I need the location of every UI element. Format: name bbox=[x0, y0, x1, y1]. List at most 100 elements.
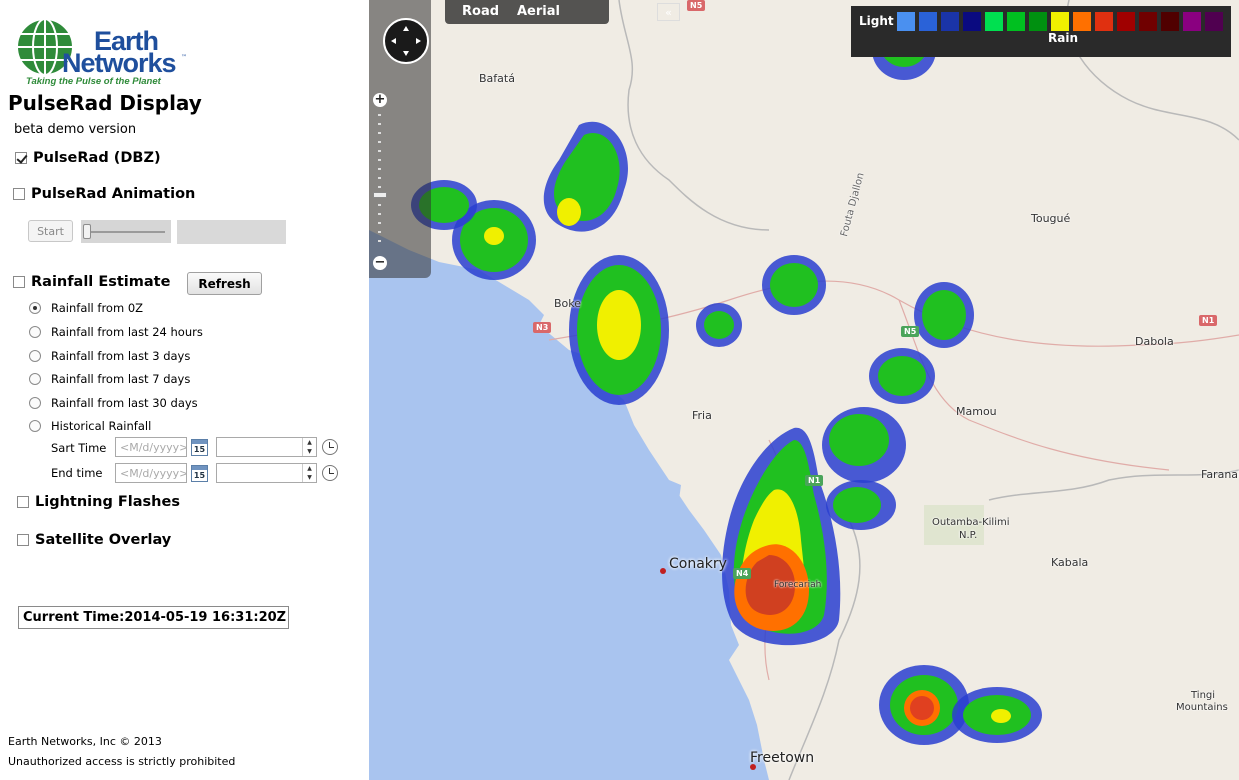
rainfall-option-label: Rainfall from last 30 days bbox=[51, 396, 198, 410]
compass-pan-control[interactable] bbox=[383, 18, 429, 64]
satellite-layer-toggle[interactable]: Satellite Overlay bbox=[17, 532, 171, 548]
radar-map[interactable]: + − Road Aerial « Light Rain Bafatá Toug… bbox=[369, 0, 1239, 780]
place-label: Fria bbox=[692, 409, 712, 422]
rainfall-option-radio[interactable] bbox=[29, 326, 41, 338]
trademark: ™ bbox=[181, 54, 187, 61]
road-shield: N1 bbox=[1199, 315, 1218, 326]
start-time-label: Sart Time bbox=[51, 441, 107, 455]
map-basemap bbox=[369, 0, 1239, 780]
map-type-bar: Road Aerial « bbox=[445, 0, 680, 24]
legend-swatch bbox=[1161, 12, 1179, 31]
legend-rain-label: Rain bbox=[1048, 31, 1078, 45]
rainfall-option-radio[interactable] bbox=[29, 350, 41, 362]
place-label: Dabola bbox=[1135, 335, 1174, 348]
place-label: Faranah bbox=[1201, 468, 1239, 481]
navigation-control: + − bbox=[369, 0, 431, 278]
legend-swatch bbox=[1051, 12, 1069, 31]
rainfall-option-radio[interactable] bbox=[29, 373, 41, 385]
pulserad-layer-toggle[interactable]: PulseRad (DBZ) bbox=[15, 150, 161, 166]
rainfall-option[interactable]: Rainfall from last 30 days bbox=[29, 396, 198, 410]
slider-handle[interactable] bbox=[83, 224, 91, 239]
rain-cell bbox=[569, 255, 669, 405]
animation-checkbox[interactable] bbox=[13, 188, 25, 200]
rainfall-option[interactable]: Rainfall from last 3 days bbox=[29, 349, 190, 363]
rainfall-option-label: Rainfall from last 3 days bbox=[51, 349, 191, 363]
legend-swatch bbox=[941, 12, 959, 31]
rainfall-label: Rainfall Estimate bbox=[31, 274, 171, 290]
page-title: PulseRad Display bbox=[8, 91, 202, 115]
slider-track bbox=[87, 231, 165, 233]
place-label: Outamba-Kilimi bbox=[932, 517, 1010, 528]
calendar-icon[interactable]: 15 bbox=[191, 439, 208, 456]
legend-swatch bbox=[919, 12, 937, 31]
lightning-checkbox[interactable] bbox=[17, 496, 29, 508]
logo-word-2: Networks bbox=[62, 48, 177, 78]
animation-layer-toggle[interactable]: PulseRad Animation bbox=[13, 186, 195, 202]
animation-frame-display bbox=[177, 220, 286, 244]
rainfall-checkbox[interactable] bbox=[13, 276, 25, 288]
legend-swatch bbox=[1183, 12, 1201, 31]
zoom-out-button[interactable]: − bbox=[373, 256, 387, 270]
legend-swatch bbox=[1117, 12, 1135, 31]
place-label: Kabala bbox=[1051, 556, 1089, 569]
time-spinner[interactable]: ▲ ▼ bbox=[302, 464, 316, 482]
time-spinner[interactable]: ▲ ▼ bbox=[302, 438, 316, 456]
place-label: Bafatá bbox=[479, 72, 515, 85]
rainfall-option-label: Historical Rainfall bbox=[51, 419, 152, 433]
clock-icon[interactable] bbox=[322, 439, 338, 455]
animation-slider[interactable] bbox=[81, 220, 171, 243]
start-date-input[interactable]: <M/d/yyyy> bbox=[115, 437, 187, 457]
rainfall-option-label: Rainfall from last 7 days bbox=[51, 372, 191, 386]
legend-swatch bbox=[1029, 12, 1047, 31]
legend-swatch bbox=[985, 12, 1003, 31]
road-shield: N4 bbox=[733, 568, 752, 579]
legend-swatch bbox=[897, 12, 915, 31]
refresh-button[interactable]: Refresh bbox=[187, 272, 262, 295]
rainfall-option[interactable]: Rainfall from last 7 days bbox=[29, 372, 190, 386]
zoom-slider-handle[interactable] bbox=[373, 192, 387, 198]
place-label: Tingi bbox=[1191, 690, 1216, 701]
end-time-input[interactable]: ▲ ▼ bbox=[216, 463, 317, 483]
rainfall-layer-toggle[interactable]: Rainfall Estimate bbox=[13, 274, 170, 290]
place-label: N.P. bbox=[959, 530, 978, 541]
rainfall-option[interactable]: Rainfall from last 24 hours bbox=[29, 325, 203, 339]
rainfall-option-radio[interactable] bbox=[29, 420, 41, 432]
lightning-label: Lightning Flashes bbox=[35, 494, 180, 510]
rainfall-option-label: Rainfall from 0Z bbox=[51, 301, 144, 315]
end-date-input[interactable]: <M/d/yyyy> bbox=[115, 463, 187, 483]
aerial-view-button[interactable]: Aerial bbox=[517, 4, 560, 19]
rainfall-option-radio[interactable] bbox=[29, 397, 41, 409]
collapse-nav-button[interactable]: « bbox=[657, 3, 680, 21]
start-time-input[interactable]: ▲ ▼ bbox=[216, 437, 317, 457]
road-shield: N3 bbox=[533, 322, 552, 333]
zoom-in-button[interactable]: + bbox=[373, 93, 387, 107]
current-time-display: Current Time:2014-05-19 16:31:20Z bbox=[18, 606, 289, 629]
road-shield: N5 bbox=[901, 326, 920, 337]
place-label: Mountains bbox=[1176, 702, 1228, 713]
clock-icon[interactable] bbox=[322, 465, 338, 481]
animation-start-button[interactable]: Start bbox=[28, 220, 73, 242]
rain-cell bbox=[762, 255, 826, 315]
copyright-text: Earth Networks, Inc © 2013 bbox=[8, 735, 162, 748]
zoom-slider[interactable] bbox=[378, 114, 381, 249]
place-label: Tougué bbox=[1031, 212, 1071, 225]
legend-light-label: Light bbox=[859, 14, 894, 28]
animation-label: PulseRad Animation bbox=[31, 186, 196, 202]
rainfall-option[interactable]: Rainfall from 0Z bbox=[29, 301, 143, 315]
legend-swatch bbox=[1205, 12, 1223, 31]
rainfall-option-label: Rainfall from last 24 hours bbox=[51, 325, 203, 339]
legend-swatch bbox=[1073, 12, 1091, 31]
control-panel: Earth Networks ™ Taking the Pulse of the… bbox=[0, 0, 369, 780]
road-view-button[interactable]: Road bbox=[462, 4, 499, 19]
logo-tagline: Taking the Pulse of the Planet bbox=[26, 76, 161, 87]
radar-legend: Light Rain bbox=[851, 6, 1231, 57]
rain-cell bbox=[822, 407, 906, 530]
lightning-layer-toggle[interactable]: Lightning Flashes bbox=[17, 494, 180, 510]
rainfall-option-radio[interactable] bbox=[29, 302, 41, 314]
calendar-icon[interactable]: 15 bbox=[191, 465, 208, 482]
satellite-checkbox[interactable] bbox=[17, 534, 29, 546]
road-shield: N1 bbox=[805, 475, 824, 486]
rain-cell bbox=[696, 303, 742, 347]
pulserad-checkbox[interactable] bbox=[15, 152, 27, 164]
rainfall-option[interactable]: Historical Rainfall bbox=[29, 419, 151, 433]
